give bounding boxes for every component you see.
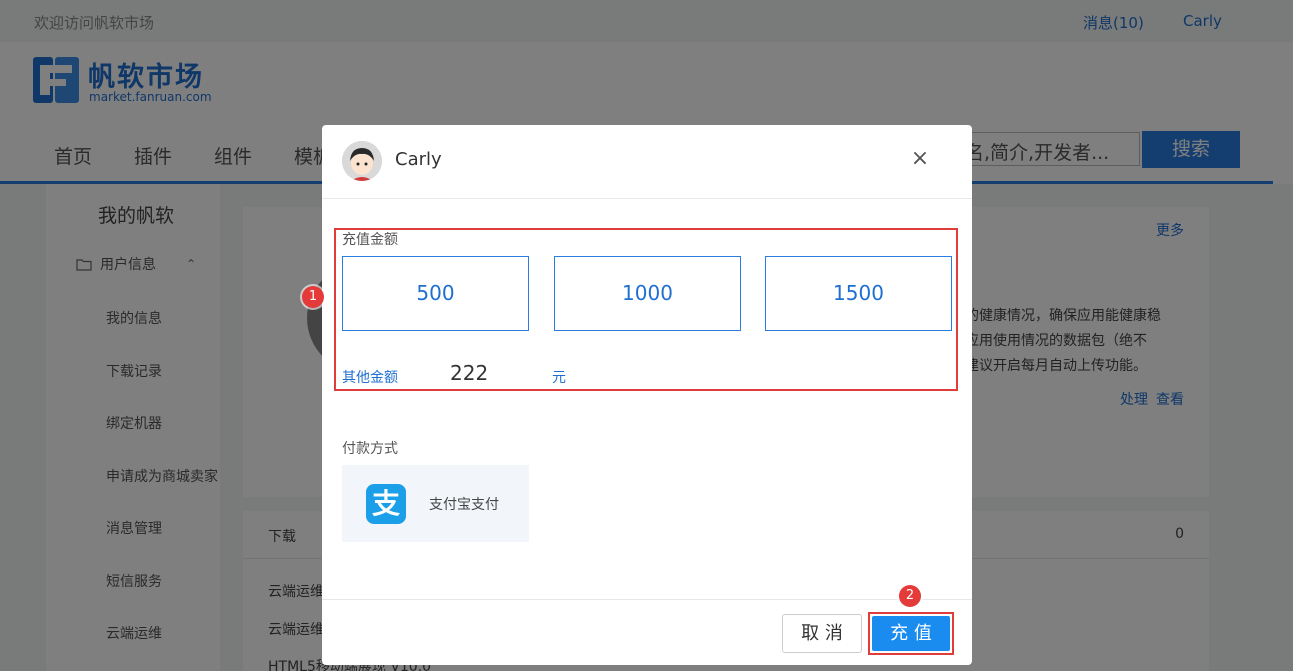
dialog-footer: 取 消 充 值 (322, 599, 972, 665)
currency-unit: 元 (552, 370, 566, 386)
payment-method-label: 支付宝支付 (429, 497, 499, 513)
dialog-username: Carly (395, 149, 442, 170)
amount-label: 充值金额 (342, 232, 398, 248)
user-avatar-icon (342, 141, 382, 181)
step-badge-2: 2 (899, 585, 921, 607)
payment-label: 付款方式 (342, 441, 398, 457)
avatar (342, 141, 382, 181)
recharge-dialog: Carly × 充值金额 500 1000 1500 其他金额 222 元 付款… (322, 125, 972, 665)
close-icon[interactable]: × (908, 147, 932, 171)
amount-option-1500[interactable]: 1500 (765, 256, 952, 331)
payment-option-alipay[interactable]: 支 支付宝支付 (342, 465, 529, 542)
amount-option-1000[interactable]: 1000 (554, 256, 741, 331)
cancel-button[interactable]: 取 消 (782, 614, 862, 653)
dialog-header: Carly × (322, 125, 972, 199)
amount-option-500[interactable]: 500 (342, 256, 529, 331)
recharge-button[interactable]: 充 值 (872, 616, 950, 651)
other-amount-input[interactable]: 222 (450, 361, 488, 385)
other-amount-label: 其他金额 (342, 370, 398, 386)
step-badge-1: 1 (302, 286, 324, 308)
alipay-icon: 支 (366, 484, 406, 524)
